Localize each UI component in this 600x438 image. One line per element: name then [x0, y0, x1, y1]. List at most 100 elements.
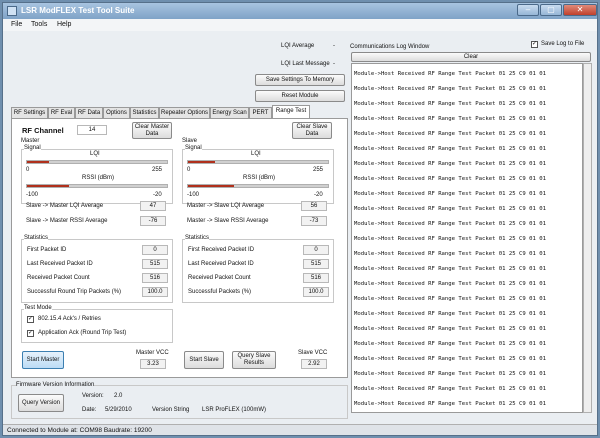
master-lqi-average-label: Slave -> Master LQI Average [26, 203, 104, 209]
log-window[interactable]: Module->Host Received RF Range Test Pack… [351, 63, 583, 413]
window-title: LSR ModFLEX Test Tool Suite [21, 6, 135, 15]
master-vcc-value: 3.23 [140, 359, 166, 369]
log-title: Communications Log Window [350, 44, 430, 50]
slave-rssi-min: -100 [187, 192, 200, 198]
master-lqi-min: 0 [26, 167, 30, 173]
clear-slave-button[interactable]: Clear Slave Data [292, 122, 332, 139]
title-bar[interactable]: LSR ModFLEX Test Tool Suite – ▢ ✕ [3, 3, 597, 19]
save-log-checkbox[interactable]: ✓ [531, 41, 538, 48]
master-lqi-label: LQI [90, 151, 100, 157]
log-line: Module->Host Received RF Range Test Pack… [354, 311, 546, 317]
slave-first-value: 0 [303, 245, 329, 255]
slave-lqi-max: 255 [313, 167, 324, 173]
save-log-label: Save Log to File [541, 41, 585, 47]
acks-retries-label: 802.15.4 Ack's / Retries [38, 316, 101, 322]
slave-success-label: Successful Packets (%) [188, 289, 252, 295]
tab-rf-eval[interactable]: RF Eval [48, 107, 75, 118]
start-master-button[interactable]: Start Master [22, 351, 64, 369]
firmware-group: Firmware Version Information Query Versi… [11, 382, 348, 419]
master-rssi-max: -20 [153, 192, 162, 198]
master-lqi-max: 255 [152, 167, 163, 173]
app-icon [7, 6, 17, 16]
master-rssi-average-label: Slave -> Master RSSI Average [26, 218, 108, 224]
slave-lqi-label: LQI [251, 151, 261, 157]
master-signal-title: Signal [24, 145, 41, 151]
maximize-button[interactable]: ▢ [540, 4, 562, 16]
master-rssi-label: RSSI (dBm) [82, 175, 115, 181]
log-line: Module->Host Received RF Range Test Pack… [354, 71, 546, 77]
save-settings-button[interactable]: Save Settings To Memory [255, 74, 345, 86]
reset-module-button[interactable]: Reset Module [255, 90, 345, 102]
slave-first-label: First Received Packet ID [188, 247, 255, 253]
date-label: Date: [82, 407, 97, 413]
close-button[interactable]: ✕ [563, 4, 597, 16]
log-line: Module->Host Received RF Range Test Pack… [354, 371, 546, 377]
slave-signal-title: Signal [185, 145, 202, 151]
log-line: Module->Host Received RF Range Test Pack… [354, 86, 546, 92]
start-slave-button[interactable]: Start Slave [184, 351, 224, 369]
tab-range-test[interactable]: Range Test [272, 105, 310, 118]
log-line: Module->Host Received RF Range Test Pack… [354, 221, 546, 227]
master-success-value: 100.0 [142, 287, 168, 297]
slave-lqi-average-value: 56 [301, 201, 327, 211]
master-statistics-title: Statistics [24, 235, 49, 241]
log-scrollbar[interactable] [583, 63, 592, 413]
tab-pert[interactable]: PERT [249, 107, 272, 118]
tab-rf-settings[interactable]: RF Settings [11, 107, 48, 118]
master-lqi-average-value: 47 [140, 201, 166, 211]
slave-rssi-bar [187, 184, 329, 188]
menu-tools[interactable]: Tools [31, 21, 47, 28]
menu-file[interactable]: File [11, 21, 22, 28]
master-first-label: First Packet ID [27, 247, 67, 253]
log-line: Module->Host Received RF Range Test Pack… [354, 356, 546, 362]
slave-lqi-average-label: Master -> Slave LQI Average [187, 203, 265, 209]
clear-log-button[interactable]: Clear [351, 52, 591, 62]
slave-rssi-average-label: Master -> Slave RSSI Average [187, 218, 269, 224]
tab-repeater-options[interactable]: Repeater Options [159, 107, 210, 118]
query-slave-results-button[interactable]: Query Slave Results [232, 351, 276, 369]
app-ack-checkbox[interactable]: ✓ [27, 330, 34, 337]
slave-last-label: Last Received Packet ID [188, 261, 254, 267]
log-line: Module->Host Received RF Range Test Pack… [354, 191, 546, 197]
master-count-label: Received Packet Count [27, 275, 90, 281]
clear-master-button[interactable]: Clear Master Data [132, 122, 172, 139]
menu-help[interactable]: Help [57, 21, 71, 28]
master-first-value: 0 [142, 245, 168, 255]
version-value: 2.0 [114, 393, 123, 399]
tab-energy-scan[interactable]: Energy Scan [210, 107, 249, 118]
master-last-label: Last Received Packet ID [27, 261, 93, 267]
rf-channel-input[interactable]: 14 [77, 125, 107, 135]
master-rssi-bar [26, 184, 168, 188]
menu-bar: File Tools Help [3, 19, 597, 31]
minimize-button[interactable]: – [517, 4, 539, 16]
log-line: Module->Host Received RF Range Test Pack… [354, 401, 546, 407]
acks-retries-checkbox[interactable]: ✓ [27, 316, 34, 323]
slave-lqi-bar [187, 160, 329, 164]
master-title: Master [21, 138, 40, 144]
range-test-panel: RF Channel 14 Clear Master Data Master S… [11, 118, 348, 378]
slave-last-value: 515 [303, 259, 329, 269]
tab-statistics[interactable]: Statistics [130, 107, 159, 118]
test-mode-title: Test Mode [24, 305, 52, 311]
query-version-button[interactable]: Query Version [18, 394, 64, 412]
slave-count-value: 516 [303, 273, 329, 283]
status-bar: Connected to Module at: COM98 Baudrate: … [3, 424, 597, 435]
log-line: Module->Host Received RF Range Test Pack… [354, 341, 546, 347]
version-string-value: LSR ProFLEX (100mW) [202, 407, 267, 413]
tab-rf-data[interactable]: RF Data [75, 107, 103, 118]
app-ack-label: Application Ack (Round Trip Test) [38, 330, 127, 336]
log-line: Module->Host Received RF Range Test Pack… [354, 161, 546, 167]
connection-status: Connected to Module at: COM98 Baudrate: … [7, 427, 152, 434]
date-value: 5/29/2010 [105, 407, 132, 413]
master-lqi-bar [26, 160, 168, 164]
master-rssi-min: -100 [26, 192, 39, 198]
slave-statistics-title: Statistics [185, 235, 210, 241]
log-line: Module->Host Received RF Range Test Pack… [354, 386, 546, 392]
log-line: Module->Host Received RF Range Test Pack… [354, 281, 546, 287]
slave-lqi-min: 0 [187, 167, 191, 173]
slave-signal-group: Signal LQI 0 255 RSSI (dBm) -100 -20 [182, 145, 334, 204]
log-line: Module->Host Received RF Range Test Pack… [354, 131, 546, 137]
slave-success-value: 100.0 [303, 287, 329, 297]
test-mode-group: Test Mode ✓ 802.15.4 Ack's / Retries ✓ A… [21, 305, 173, 343]
tab-options[interactable]: Options [103, 107, 130, 118]
